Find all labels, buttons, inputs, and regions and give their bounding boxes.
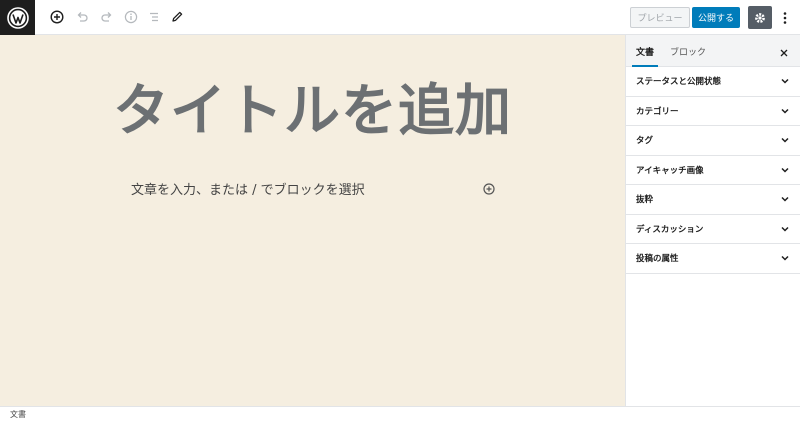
chevron-down-icon <box>781 167 789 173</box>
tab-document[interactable]: 文書 <box>631 35 659 67</box>
undo-button[interactable] <box>73 8 91 26</box>
chevron-down-icon <box>781 138 789 143</box>
panel-status-visibility[interactable]: ステータスと公開状態 <box>626 67 800 97</box>
add-block-button[interactable] <box>48 8 66 26</box>
inline-block-inserter-button[interactable] <box>482 181 496 195</box>
tools-edit-button[interactable] <box>168 8 186 26</box>
panel-discussion[interactable]: ディスカッション <box>626 215 800 244</box>
post-title-input[interactable]: タイトルを追加 <box>0 77 625 147</box>
paragraph-block-placeholder[interactable]: 文章を入力、または / でブロックを選択 <box>131 179 365 198</box>
content-info-button[interactable] <box>122 8 140 26</box>
add-block-icon <box>50 10 64 24</box>
tab-block[interactable]: ブロック <box>670 35 706 67</box>
panel-featured-image[interactable]: アイキャッチ画像 <box>626 156 800 185</box>
panel-excerpt[interactable]: 抜粋 <box>626 185 800 215</box>
panel-post-attributes[interactable]: 投稿の属性 <box>626 244 800 274</box>
panel-label: 投稿の属性 <box>636 254 679 265</box>
add-block-icon <box>483 183 495 195</box>
settings-button[interactable] <box>748 6 772 29</box>
list-view-icon <box>150 12 158 22</box>
panel-tags[interactable]: タグ <box>626 126 800 156</box>
editor-header: プレビュー 公開する <box>0 0 800 35</box>
editor-canvas[interactable]: タイトルを追加 文章を入力、または / でブロックを選択 <box>0 35 625 406</box>
chevron-down-icon <box>781 256 789 261</box>
breadcrumb-document[interactable]: 文書 <box>10 409 26 420</box>
close-sidebar-button[interactable] <box>778 44 790 57</box>
chevron-down-icon <box>781 226 789 232</box>
chevron-down-icon <box>781 79 789 84</box>
redo-button[interactable] <box>98 8 116 26</box>
undo-icon <box>77 12 88 22</box>
edit-icon <box>172 11 183 22</box>
more-menu-button[interactable] <box>778 7 792 28</box>
panel-categories[interactable]: カテゴリー <box>626 97 800 126</box>
close-icon <box>780 49 788 57</box>
chevron-down-icon <box>781 197 789 202</box>
info-icon <box>124 10 138 24</box>
panel-label: 抜粋 <box>636 195 654 206</box>
panel-label: ディスカッション <box>636 224 704 235</box>
panel-label: カテゴリー <box>636 106 679 117</box>
block-breadcrumb: 文書 <box>0 406 800 422</box>
panel-label: アイキャッチ画像 <box>636 165 704 176</box>
panel-label: タグ <box>636 136 654 147</box>
gear-icon <box>755 12 765 23</box>
settings-sidebar: 文書 ブロック ステータスと公開状態 カテゴリー タグ アイキャッチ画像 抜粋 … <box>625 35 800 406</box>
sidebar-tabs: 文書 ブロック <box>626 35 800 67</box>
publish-button[interactable]: 公開する <box>692 7 740 28</box>
panel-label: ステータスと公開状態 <box>636 77 722 88</box>
preview-button[interactable]: プレビュー <box>630 7 690 28</box>
wordpress-logo-button[interactable] <box>0 0 35 35</box>
chevron-down-icon <box>781 108 789 114</box>
wordpress-icon <box>6 6 29 29</box>
more-vertical-icon <box>783 11 787 24</box>
redo-icon <box>101 12 112 22</box>
block-navigation-button[interactable] <box>145 8 163 26</box>
